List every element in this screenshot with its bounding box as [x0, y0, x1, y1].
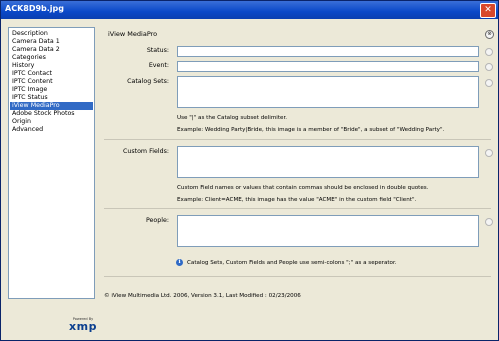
catalog-sets-menu-icon[interactable] — [485, 79, 493, 87]
event-label: Event: — [148, 62, 169, 69]
divider — [104, 139, 491, 140]
people-menu-icon[interactable] — [485, 218, 493, 226]
sidebar-item-iptc-content[interactable]: IPTC Content — [10, 78, 93, 86]
xmp-logo: Powered By xmp — [63, 317, 103, 337]
status-field[interactable] — [177, 46, 479, 57]
copyright-footer: © iView Multimedia Ltd. 2006, Version 3.… — [104, 293, 301, 299]
panel-title: iView MediaPro — [108, 30, 158, 38]
sidebar-item-categories[interactable]: Categories — [10, 54, 93, 62]
catalog-sets-field[interactable] — [177, 76, 479, 108]
sidebar-item-iptc-contact[interactable]: IPTC Contact — [10, 70, 93, 78]
category-list[interactable]: Description Camera Data 1 Camera Data 2 … — [8, 27, 95, 299]
separator-info-text: Catalog Sets, Custom Fields and People u… — [187, 260, 397, 266]
sidebar-item-iptc-status[interactable]: IPTC Status — [10, 94, 93, 102]
sidebar-item-iptc-image[interactable]: IPTC Image — [10, 86, 93, 94]
status-label: Status: — [146, 47, 169, 54]
custom-fields-hint: Custom Field names or values that contai… — [177, 185, 429, 191]
catalog-sets-hint: Use "|" as the Catalog subset delimiter. — [177, 115, 288, 121]
sidebar-item-camera-data-2[interactable]: Camera Data 2 — [10, 46, 93, 54]
custom-fields-example: Example: Client=ACME, this image has the… — [177, 197, 417, 203]
catalog-sets-example: Example: Wedding Party|Bride, this image… — [177, 127, 445, 133]
title-bar[interactable]: ACK8D9b.jpg ✕ — [1, 1, 498, 19]
collapse-icon[interactable]: ⊗ — [485, 30, 494, 39]
xmp-wordmark: xmp — [69, 320, 97, 333]
divider — [104, 276, 491, 277]
sidebar-item-origin[interactable]: Origin — [10, 118, 93, 126]
sidebar-item-camera-data-1[interactable]: Camera Data 1 — [10, 38, 93, 46]
event-field[interactable] — [177, 61, 479, 72]
divider — [104, 208, 491, 209]
custom-fields-label: Custom Fields: — [122, 148, 169, 155]
close-button[interactable]: ✕ — [480, 3, 496, 18]
event-menu-icon[interactable] — [485, 63, 493, 71]
catalog-sets-label: Catalog Sets: — [127, 78, 169, 85]
sidebar-item-description[interactable]: Description — [10, 30, 93, 38]
dialog-window: ACK8D9b.jpg ✕ Description Camera Data 1 … — [0, 0, 499, 341]
people-field[interactable] — [177, 215, 479, 247]
sidebar-item-advanced[interactable]: Advanced — [10, 126, 93, 134]
sidebar-item-history[interactable]: History — [10, 62, 93, 70]
status-menu-icon[interactable] — [485, 48, 493, 56]
custom-fields-field[interactable] — [177, 146, 479, 178]
sidebar-item-iview-mediapro[interactable]: iView MediaPro — [10, 102, 93, 110]
sidebar-item-adobe-stock-photos[interactable]: Adobe Stock Photos — [10, 110, 93, 118]
people-label: People: — [145, 217, 169, 224]
window-title: ACK8D9b.jpg — [5, 4, 64, 13]
info-icon: i — [176, 259, 183, 266]
custom-fields-menu-icon[interactable] — [485, 149, 493, 157]
